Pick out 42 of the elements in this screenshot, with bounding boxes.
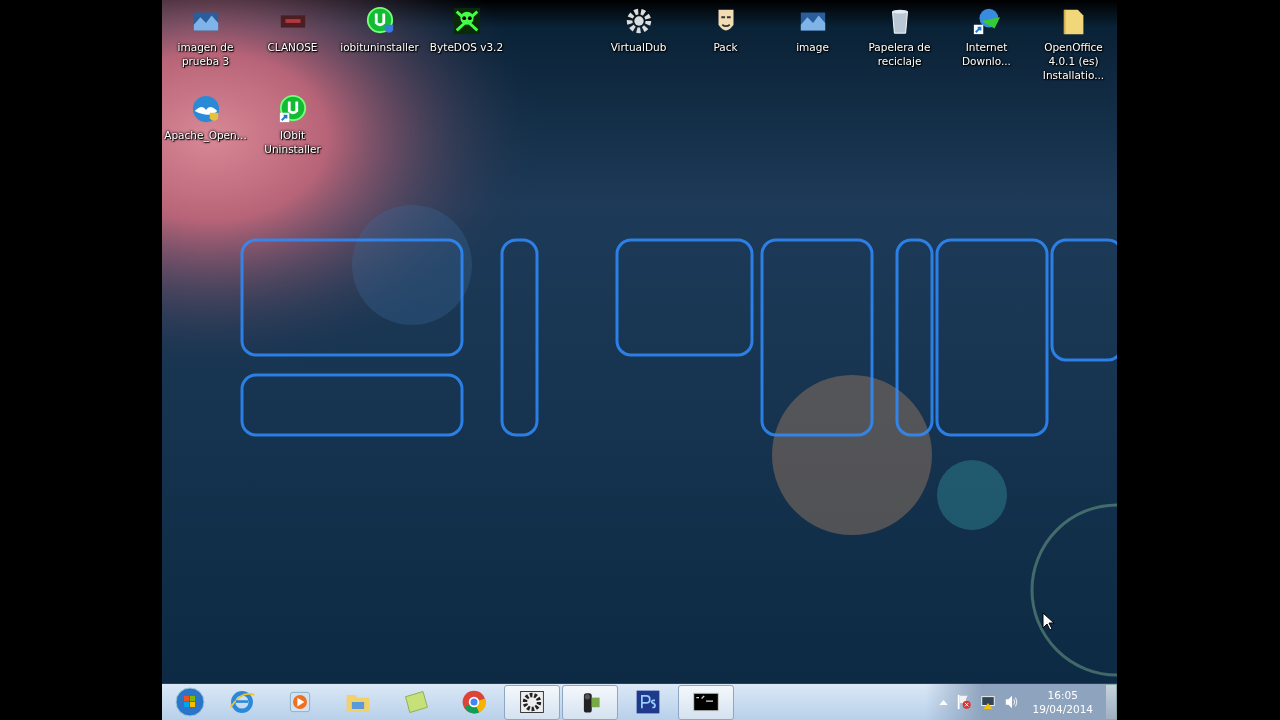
desktop-icon[interactable]: Pack [682,6,769,82]
globe-shortcut-icon [971,6,1002,36]
desktop-icon[interactable]: image [769,6,856,82]
icon-label: OpenOffice 4.0.1 (es) Installatio... [1041,40,1106,82]
windows-logo-icon [175,687,205,717]
desktop-icon[interactable]: Papelera de reciclaje [856,6,943,82]
flag-icon[interactable] [956,694,973,710]
icon-label: VirtualDub [609,40,668,54]
chrome-icon [460,688,488,716]
network-icon[interactable] [980,694,997,710]
ie-icon [228,688,256,716]
ps-icon [634,688,662,716]
mouse-pointer-icon [1042,612,1054,631]
desktop-icon[interactable]: imagen de prueba 3 [162,6,249,82]
icon-label: ByteDOS v3.2 [428,40,505,54]
desktop-icon[interactable]: CLANOSE [249,6,336,82]
clock-time: 16:05 [1047,688,1078,702]
taskbar-button[interactable] [562,684,618,720]
desktop-icon[interactable]: OpenOffice 4.0.1 (es) Installatio... [1030,6,1117,82]
desktop-icon[interactable]: Internet Downlo... [943,6,1030,82]
icon-label: Pack [712,40,739,54]
icon-label: CLANOSE [266,40,319,54]
icon-label: Papelera de reciclaje [867,40,932,68]
icon-label: imagen de prueba 3 [176,40,235,68]
iobit-shortcut-icon [277,94,308,124]
desktop-icon[interactable]: ByteDOS v3.2 [423,6,510,82]
note-icon [402,688,430,716]
clock-date: 19/04/2014 [1032,702,1093,716]
iobit-shield-icon [364,6,395,36]
icon-label: IObit Uninstaller [263,128,322,156]
show-hidden-icons-icon[interactable] [939,699,949,705]
desktop-icon[interactable]: iobituninstaller [336,6,423,82]
gull-icon [190,94,221,124]
icon-label: iobituninstaller [339,40,420,54]
taskbar-button[interactable] [504,684,560,720]
desktop-icon[interactable]: VirtualDub [595,6,682,82]
icon-label: Internet Downlo... [961,40,1012,68]
icon-label: image [795,40,830,54]
gear-icon [518,688,546,716]
icon-label: Apache_Open... [163,128,248,142]
taskbar-button[interactable] [678,684,734,720]
desktop-icon[interactable]: IObit Uninstaller [249,94,336,156]
